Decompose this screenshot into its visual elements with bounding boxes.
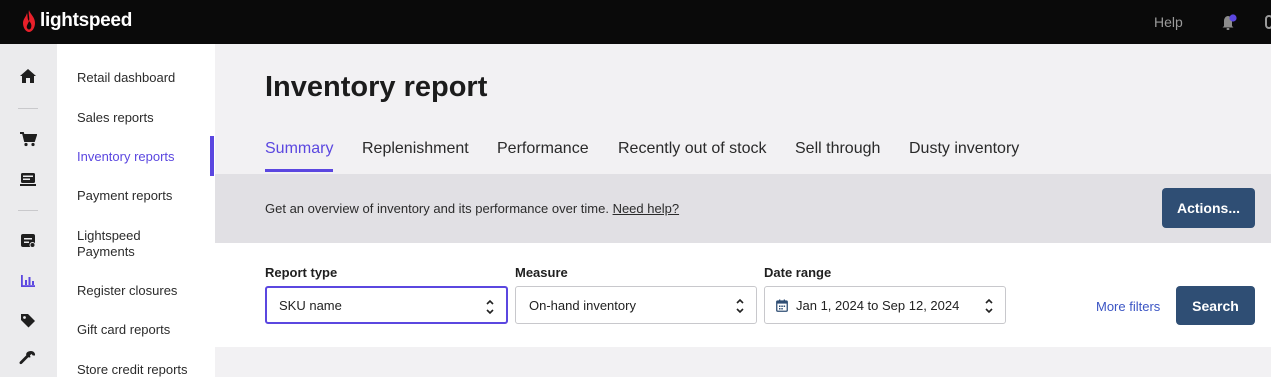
notifications-bell-icon[interactable] (1218, 13, 1240, 31)
select-arrows-icon (736, 298, 744, 314)
report-type-value: SKU name (279, 297, 342, 313)
reports-subnav: Retail dashboard Sales reports Inventory… (57, 44, 215, 377)
user-avatar-icon[interactable] (1265, 15, 1271, 29)
subnav-item-store-credit-reports[interactable]: Store credit reports (77, 362, 188, 377)
top-bar: lightspeed Help (0, 0, 1271, 44)
subnav-item-inventory-reports[interactable]: Inventory reports (77, 149, 175, 165)
tab-replenishment[interactable]: Replenishment (362, 140, 469, 158)
info-description: Get an overview of inventory and its per… (265, 201, 609, 216)
main-content: Inventory report Summary Replenishment P… (215, 44, 1271, 377)
info-text: Get an overview of inventory and its per… (265, 201, 679, 216)
tab-summary[interactable]: Summary (265, 140, 333, 158)
register-icon[interactable] (17, 168, 39, 190)
subnav-item-register-closures[interactable]: Register closures (77, 283, 177, 299)
report-type-select[interactable]: SKU name (265, 286, 508, 324)
filters-panel: Report type SKU name Measure On-hand inv… (215, 243, 1271, 347)
active-indicator (210, 136, 214, 176)
tab-performance[interactable]: Performance (497, 140, 589, 158)
page-title: Inventory report (265, 71, 488, 103)
calendar-icon (776, 299, 788, 312)
subnav-item-retail-dashboard[interactable]: Retail dashboard (77, 70, 175, 86)
measure-label: Measure (515, 265, 568, 280)
rail-divider (18, 108, 38, 109)
help-link[interactable]: Help (1154, 14, 1183, 30)
brand-name: lightspeed (40, 10, 133, 31)
reports-icon[interactable] (17, 270, 39, 292)
subnav-item-lightspeed-payments[interactable]: Lightspeed Payments (77, 228, 141, 260)
subnav-item-sales-reports[interactable]: Sales reports (77, 110, 154, 126)
date-range-value: Jan 1, 2024 to Sep 12, 2024 (796, 297, 960, 313)
need-help-link[interactable]: Need help? (613, 201, 680, 216)
home-icon[interactable] (17, 65, 39, 87)
rail-divider (18, 210, 38, 211)
cart-icon[interactable] (17, 128, 39, 150)
icon-rail (0, 44, 57, 377)
info-banner: Get an overview of inventory and its per… (215, 174, 1271, 243)
measure-select[interactable]: On-hand inventory (515, 286, 757, 324)
tag-icon[interactable] (17, 309, 39, 331)
subnav-item-payment-reports[interactable]: Payment reports (77, 188, 172, 204)
date-range-select[interactable]: Jan 1, 2024 to Sep 12, 2024 (764, 286, 1006, 324)
receipt-icon[interactable] (17, 230, 39, 252)
active-tab-underline (265, 169, 333, 172)
wrench-icon[interactable] (17, 347, 39, 369)
select-arrows-icon (486, 299, 494, 315)
date-range-label: Date range (764, 265, 832, 280)
tab-dusty-inventory[interactable]: Dusty inventory (909, 140, 1019, 158)
actions-button[interactable]: Actions... (1162, 188, 1255, 228)
lightspeed-logo[interactable]: lightspeed (20, 9, 132, 33)
subnav-item-gift-card-reports[interactable]: Gift card reports (77, 322, 170, 338)
more-filters-link[interactable]: More filters (1096, 299, 1160, 314)
report-type-label: Report type (265, 265, 338, 280)
search-button[interactable]: Search (1176, 286, 1255, 325)
select-arrows-icon (985, 298, 993, 314)
tab-recently-out-of-stock[interactable]: Recently out of stock (618, 140, 767, 158)
measure-value: On-hand inventory (529, 297, 636, 313)
tab-sell-through[interactable]: Sell through (795, 140, 880, 158)
flame-icon (23, 10, 35, 32)
